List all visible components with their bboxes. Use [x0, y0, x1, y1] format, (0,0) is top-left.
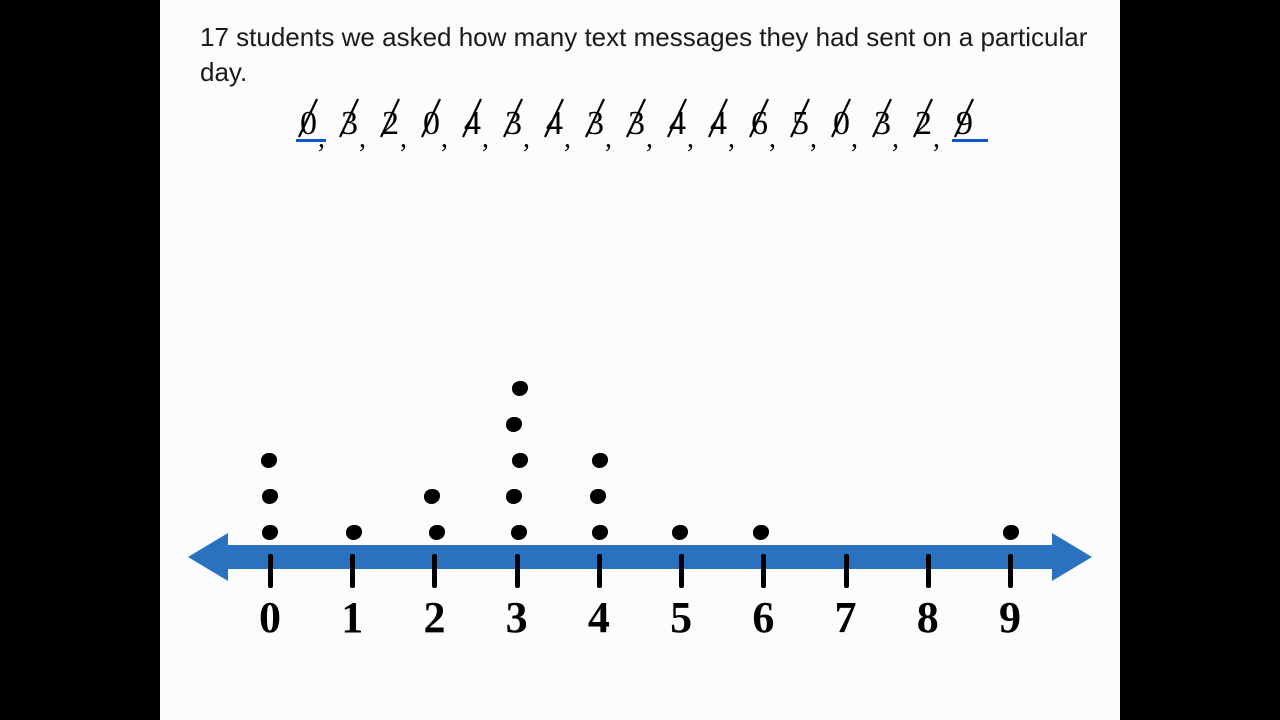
raw-value: 3 — [505, 105, 522, 143]
axis-tick-label: 2 — [423, 592, 445, 643]
separator: , — [564, 123, 571, 155]
raw-value: 3 — [628, 105, 645, 143]
axis-tick — [1008, 554, 1013, 588]
data-dot — [429, 525, 445, 540]
data-dot — [506, 417, 522, 432]
raw-value: 6 — [751, 105, 768, 143]
axis-tick-label: 8 — [917, 592, 939, 643]
number-line-axis — [220, 545, 1060, 569]
data-dot — [262, 489, 278, 504]
data-dot — [512, 381, 528, 396]
raw-value: 4 — [669, 105, 686, 143]
raw-value: 0 — [423, 105, 440, 143]
axis-tick — [432, 554, 437, 588]
axis-tick-label: 9 — [999, 592, 1021, 643]
data-dot — [1003, 525, 1019, 540]
separator: , — [482, 123, 489, 155]
raw-value: 4 — [546, 105, 563, 143]
raw-data-list: 0,3,2,0,4,3,4,3,3,4,4,6,5,0,3,2,9 — [300, 105, 1000, 155]
separator: , — [523, 123, 530, 155]
separator: , — [810, 123, 817, 155]
data-dot — [424, 489, 440, 504]
raw-value: 0 — [300, 105, 317, 143]
data-dot — [753, 525, 769, 540]
separator: , — [646, 123, 653, 155]
data-dot — [511, 525, 527, 540]
axis-tick — [844, 554, 849, 588]
axis-tick-label: 3 — [506, 592, 528, 643]
separator: , — [687, 123, 694, 155]
axis-tick-label: 0 — [259, 592, 281, 643]
raw-value: 3 — [587, 105, 604, 143]
separator: , — [851, 123, 858, 155]
data-dot — [672, 525, 688, 540]
data-dot — [506, 489, 522, 504]
separator: , — [933, 123, 940, 155]
axis-tick — [926, 554, 931, 588]
separator: , — [441, 123, 448, 155]
separator: , — [359, 123, 366, 155]
data-dot — [262, 525, 278, 540]
axis-tick — [679, 554, 684, 588]
axis-tick — [268, 554, 273, 588]
separator: , — [605, 123, 612, 155]
separator: , — [400, 123, 407, 155]
question-prompt: 17 students we asked how many text messa… — [200, 20, 1100, 90]
axis-tick-label: 4 — [588, 592, 610, 643]
axis-tick — [761, 554, 766, 588]
data-dot — [346, 525, 362, 540]
axis-tick — [515, 554, 520, 588]
raw-value: 4 — [710, 105, 727, 143]
data-dot — [590, 489, 606, 504]
separator: , — [728, 123, 735, 155]
axis-arrow-right-icon — [1052, 533, 1092, 581]
axis-tick — [350, 554, 355, 588]
dot-plot: 0 1 2 3 4 5 6 7 8 9 — [200, 340, 1080, 690]
separator: , — [892, 123, 899, 155]
raw-value: 2 — [915, 105, 932, 143]
raw-value: 2 — [382, 105, 399, 143]
data-dot — [261, 453, 277, 468]
raw-value: 5 — [792, 105, 809, 143]
axis-tick-label: 6 — [752, 592, 774, 643]
separator: , — [769, 123, 776, 155]
data-dot — [592, 453, 608, 468]
axis-tick-label: 7 — [835, 592, 857, 643]
raw-value: 3 — [341, 105, 358, 143]
raw-value: 0 — [833, 105, 850, 143]
raw-value: 9 — [956, 105, 973, 143]
raw-value: 3 — [874, 105, 891, 143]
data-dot — [512, 453, 528, 468]
separator: , — [318, 123, 325, 155]
axis-tick — [597, 554, 602, 588]
whiteboard-page: 17 students we asked how many text messa… — [160, 0, 1120, 720]
axis-tick-label: 1 — [341, 592, 363, 643]
axis-tick-label: 5 — [670, 592, 692, 643]
data-dot — [592, 525, 608, 540]
raw-value: 4 — [464, 105, 481, 143]
